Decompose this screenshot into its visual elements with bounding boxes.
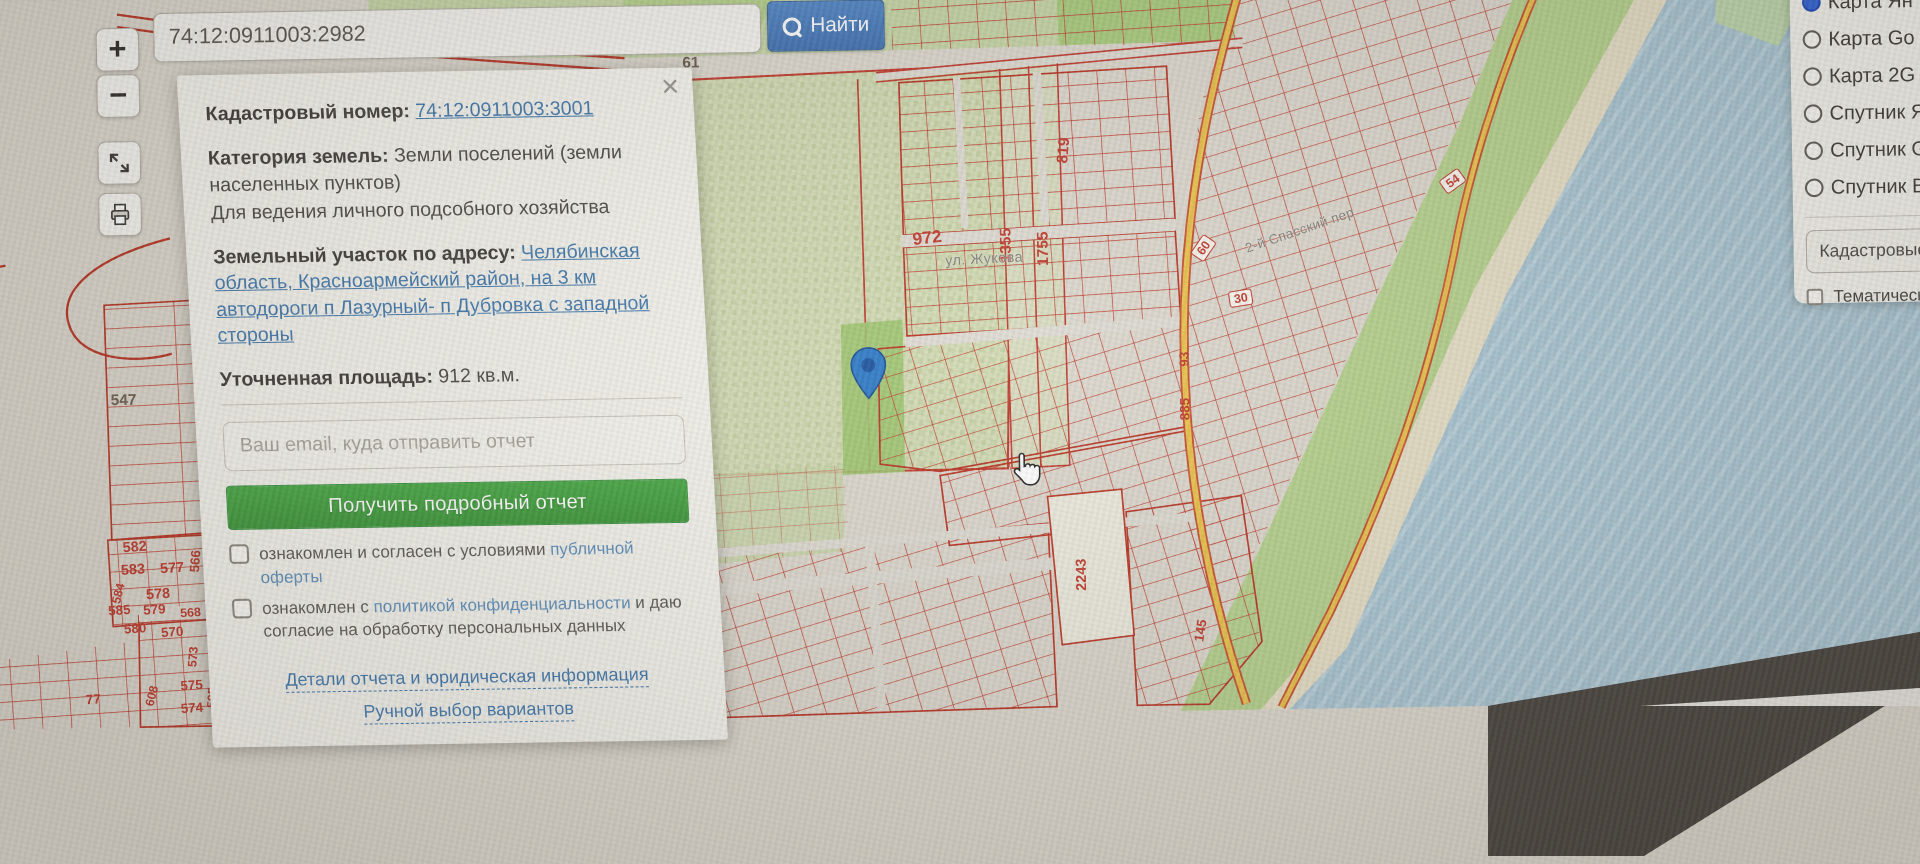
category-line: Категория земель: Земли поселений (земли… [207,139,671,198]
search-icon [782,16,802,36]
usage-line: Для ведения личного подсобного хозяйства [210,193,673,226]
layer-options: Карта Ян Карта Go Карта 2G Спутник Я Спутник… [1801,0,1920,207]
popup-links: Детали отчета и юридическая информация Р… [236,663,700,727]
address-line: Земельный участок по адресу: Челябинская… [213,238,680,349]
checkbox-icon[interactable] [231,598,253,619]
layer-option-2[interactable]: Карта Go [1802,17,1920,58]
zoom-out-button[interactable]: − [96,74,141,118]
manual-select-link[interactable]: Ручной выбор вариантов [362,698,575,726]
radio-icon[interactable] [1802,30,1822,49]
cadastral-number-line: Кадастровый номер: 74:12:0911003:3001 [205,95,668,128]
layer-option-label: Спутник Я [1829,100,1920,125]
layer-option-4[interactable]: Спутник Я [1803,91,1920,132]
layer-option-1[interactable]: Карта Ян [1801,0,1920,21]
parcel-info-popup: × Кадастровый номер: 74:12:0911003:3001 … [176,67,729,749]
print-button[interactable] [98,192,143,237]
mouse-cursor [1013,452,1041,486]
printer-icon [111,203,130,226]
expand-icon [109,153,129,173]
get-report-button[interactable]: Получить подробный отчет [225,478,690,531]
radio-selected-icon[interactable] [1801,0,1821,12]
layer-option-label: Спутник В [1830,174,1920,199]
category-label: Категория земель: [207,145,390,171]
usage-value: Для ведения личного подсобного хозяйства [210,196,610,225]
map-marker-pin [850,347,887,400]
offer-checkbox-text: ознакомлен и согласен с условиями публич… [259,537,693,590]
radio-icon[interactable] [1804,178,1824,198]
layer-option-3[interactable]: Карта 2G [1803,54,1920,95]
cadastral-borders-select[interactable]: Кадастровые гра [1805,226,1920,274]
radio-icon[interactable] [1804,141,1824,161]
minus-icon: − [108,78,128,113]
report-details-link[interactable]: Детали отчета и юридическая информация [284,663,650,694]
map-app: 61 547 972 1355 1755 819 93 885 2243 145 582 583 577… [0,0,1920,864]
thematic-label: Тематическая [1833,285,1920,306]
close-icon[interactable]: × [660,70,680,104]
layer-option-label: Спутник G [1829,137,1920,162]
cadastral-number-link[interactable]: 74:12:0911003:3001 [415,98,594,122]
cadastral-borders-label: Кадастровые гра [1819,239,1920,261]
radio-icon[interactable] [1803,104,1823,124]
checkbox-icon[interactable] [228,544,250,565]
area-line: Уточненная площадь: 912 кв.м. [219,360,682,393]
offer-checkbox-row[interactable]: ознакомлен и согласен с условиями публич… [228,537,693,590]
divider [1805,212,1920,218]
email-field[interactable] [222,415,687,472]
thematic-checkbox-row[interactable]: Тематическая [1806,282,1920,309]
zoom-in-button[interactable]: + [95,27,140,72]
address-label: Земельный участок по адресу: [212,242,517,269]
privacy-link[interactable]: политикой конфиденциальности [373,594,631,617]
layers-panel: Карта Ян Карта Go Карта 2G Спутник Я Спутник… [1789,0,1920,306]
find-button[interactable]: Найти [766,0,885,52]
search-input[interactable] [153,3,762,63]
area-value: 912 кв.м. [437,364,521,388]
screen: 61 547 972 1355 1755 819 93 885 2243 145 582 583 577… [0,0,1920,864]
find-button-label: Найти [810,13,870,37]
plus-icon: + [108,32,127,67]
radio-icon[interactable] [1803,67,1822,87]
fullscreen-button[interactable] [97,140,142,185]
area-label: Уточненная площадь: [219,366,434,392]
layer-option-label: Карта 2G [1828,63,1916,88]
privacy-checkbox-text: ознакомлен с политикой конфиденциальност… [262,591,696,644]
layer-option-label: Карта Go [1828,26,1915,51]
divider [221,397,683,406]
offer-text: ознакомлен и согласен с условиями [258,540,551,564]
privacy-text-before: ознакомлен с [261,597,375,618]
layer-option-label: Карта Ян [1827,0,1913,14]
checkbox-icon[interactable] [1806,288,1824,306]
layer-option-6[interactable]: Спутник В [1804,165,1920,206]
cadastral-number-label: Кадастровый номер: [204,100,411,126]
privacy-checkbox-row[interactable]: ознакомлен с политикой конфиденциальност… [231,591,696,644]
layer-option-5[interactable]: Спутник G [1804,128,1920,169]
